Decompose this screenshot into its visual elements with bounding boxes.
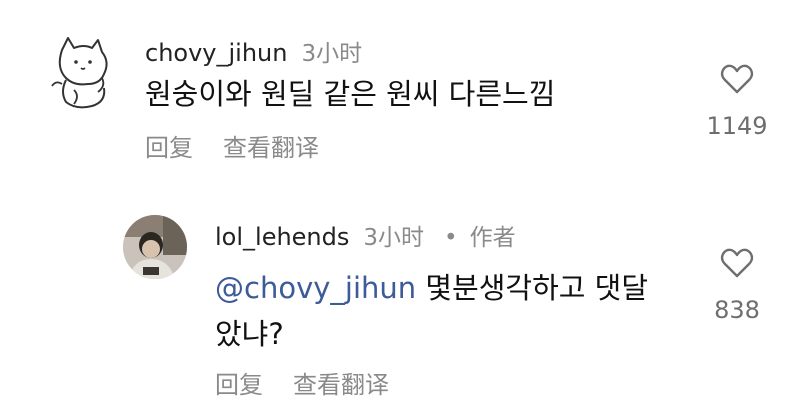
- author-badge: 作者: [469, 225, 516, 251]
- comment-actions: 回复 查看翻译: [145, 128, 319, 163]
- comment-text-line2: 았냐?: [215, 317, 284, 351]
- reply-button[interactable]: 回复: [145, 134, 193, 162]
- username[interactable]: chovy_jihun: [145, 39, 287, 67]
- like-count: 838: [714, 296, 760, 324]
- heart-icon[interactable]: [720, 248, 754, 278]
- reply-item: lol_lehends 3小时 • 作者 @chovy_jihun 몇분생각하고 댓달…: [0, 190, 800, 413]
- avatar[interactable]: [123, 215, 187, 279]
- profile-photo: [123, 215, 187, 279]
- like-control: 1149: [697, 64, 777, 140]
- cat-doodle-icon: [51, 37, 108, 109]
- avatar[interactable]: [40, 30, 124, 114]
- like-control: 838: [697, 248, 777, 324]
- reply-button[interactable]: 回复: [215, 371, 263, 399]
- separator-dot: •: [444, 225, 458, 251]
- comment-header: lol_lehends 3小时 • 作者: [215, 218, 516, 252]
- timestamp: 3小时: [363, 225, 425, 251]
- like-count: 1149: [706, 112, 768, 140]
- comment-text-line1: 몇분생각하고 댓달: [425, 271, 649, 305]
- timestamp: 3小时: [301, 41, 363, 67]
- heart-icon[interactable]: [720, 64, 754, 94]
- mention-link[interactable]: @chovy_jihun: [215, 271, 416, 305]
- comment-item: chovy_jihun 3小时 원숭이와 원딜 같은 원씨 다른느낌 回复 查看翻译…: [0, 0, 800, 190]
- comment-actions: 回复 查看翻译: [215, 365, 389, 400]
- comment-text: @chovy_jihun 몇분생각하고 댓달 았냐?: [215, 265, 648, 357]
- translate-button[interactable]: 查看翻译: [293, 371, 389, 399]
- translate-button[interactable]: 查看翻译: [223, 134, 319, 162]
- comment-text: 원숭이와 원딜 같은 원씨 다른느낌: [145, 77, 556, 111]
- comment-header: chovy_jihun 3小时: [145, 34, 362, 68]
- username[interactable]: lol_lehends: [215, 223, 349, 251]
